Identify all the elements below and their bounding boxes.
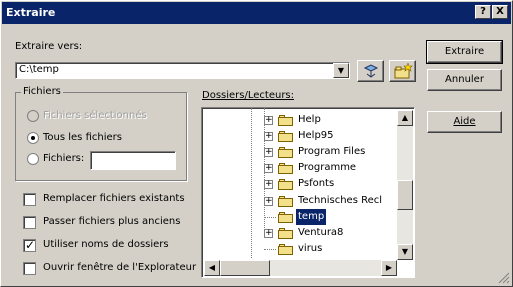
title-bar: Extraire ? X <box>2 2 511 24</box>
folder-tree[interactable]: + Help + Help95 + Program Files + Progra… <box>201 107 415 278</box>
resize-grip-icon[interactable] <box>498 272 510 284</box>
skip-older-checkbox[interactable] <box>23 216 36 229</box>
tree-line <box>251 108 252 258</box>
use-folder-names-label: Utiliser noms de dossiers <box>43 239 169 250</box>
replace-existing-checkbox[interactable] <box>23 193 36 206</box>
expand-icon[interactable]: + <box>264 229 273 238</box>
horizontal-scrollbar[interactable]: ◀ ▶ <box>204 260 397 276</box>
extract-path-combo[interactable]: C:\temp ▼ <box>15 62 350 79</box>
expand-icon[interactable]: + <box>264 197 273 206</box>
folder-item-label: Psfonts <box>298 178 335 189</box>
folder-icon <box>278 179 294 190</box>
window-title: Extraire <box>6 6 56 19</box>
new-folder-icon <box>394 62 413 79</box>
skip-older-label: Passer fichiers plus anciens <box>43 216 181 227</box>
folder-item-label: temp <box>296 209 327 225</box>
expand-icon[interactable]: + <box>264 132 273 141</box>
extract-dialog: Extraire ? X Extraire vers: C:\temp ▼ Ex… <box>0 0 513 287</box>
folder-item-label: Help <box>298 114 321 125</box>
all-files-radio[interactable] <box>27 132 39 144</box>
extract-path-value: C:\temp <box>19 64 59 75</box>
files-group-title: Fichiers <box>21 86 63 97</box>
chevron-down-icon[interactable]: ▼ <box>333 63 349 78</box>
selected-files-radio[interactable] <box>27 110 39 122</box>
files-filter-input[interactable] <box>90 151 176 170</box>
tree-line <box>264 217 276 218</box>
folder-icon <box>278 115 294 126</box>
expand-icon[interactable]: + <box>264 164 273 173</box>
extract-button[interactable]: Extraire <box>426 40 503 64</box>
folder-item-label: Program Files <box>298 146 366 157</box>
help-button[interactable]: Aide <box>427 111 502 133</box>
folder-tree-icon <box>363 64 378 78</box>
scroll-down-icon[interactable]: ▼ <box>397 244 413 260</box>
scroll-thumb[interactable] <box>397 180 413 210</box>
folders-label: Dossiers/Lecteurs: <box>202 90 295 101</box>
h-scroll-thumb[interactable] <box>220 260 270 276</box>
folder-item-label: Programme <box>298 162 357 173</box>
open-explorer-label: Ouvrir fenêtre de l'Explorateur <box>43 262 197 273</box>
browse-folder-button[interactable] <box>357 60 384 82</box>
new-folder-button[interactable] <box>389 60 416 82</box>
replace-existing-label: Remplacer fichiers existants <box>43 193 185 204</box>
folder-icon <box>278 244 294 255</box>
scroll-right-icon[interactable]: ▶ <box>381 260 397 276</box>
folder-item-label: virus <box>298 243 323 254</box>
extract-to-label: Extraire vers: <box>15 41 83 52</box>
folder-icon <box>278 228 294 239</box>
open-folder-icon <box>278 212 294 223</box>
check-icon: ✓ <box>25 238 36 252</box>
all-files-label: Tous les fichiers <box>43 132 122 143</box>
scroll-left-icon[interactable]: ◀ <box>204 260 220 276</box>
tree-line <box>264 249 276 250</box>
folder-item-label: Ventura8 <box>298 227 344 238</box>
folder-icon <box>278 163 294 174</box>
open-explorer-checkbox[interactable] <box>23 262 36 275</box>
vertical-scrollbar[interactable]: ▲ ▼ <box>397 110 413 260</box>
close-button[interactable]: X <box>492 5 508 19</box>
expand-icon[interactable]: + <box>264 148 273 157</box>
expand-icon[interactable]: + <box>264 180 273 189</box>
folder-icon <box>278 147 294 158</box>
selected-files-label: Fichiers sélectionnés <box>43 110 147 121</box>
files-radio[interactable] <box>27 153 39 165</box>
scroll-up-icon[interactable]: ▲ <box>397 110 413 126</box>
folder-item-label: Help95 <box>298 130 334 141</box>
use-folder-names-checkbox[interactable]: ✓ <box>23 238 36 252</box>
folder-icon <box>278 196 294 207</box>
files-label: Fichiers: <box>43 153 85 164</box>
expand-icon[interactable]: + <box>264 116 273 125</box>
cancel-button[interactable]: Annuler <box>427 69 502 91</box>
folder-icon <box>278 131 294 142</box>
help-title-button[interactable]: ? <box>475 5 491 19</box>
folder-item-label: Technisches Recl <box>298 195 383 206</box>
